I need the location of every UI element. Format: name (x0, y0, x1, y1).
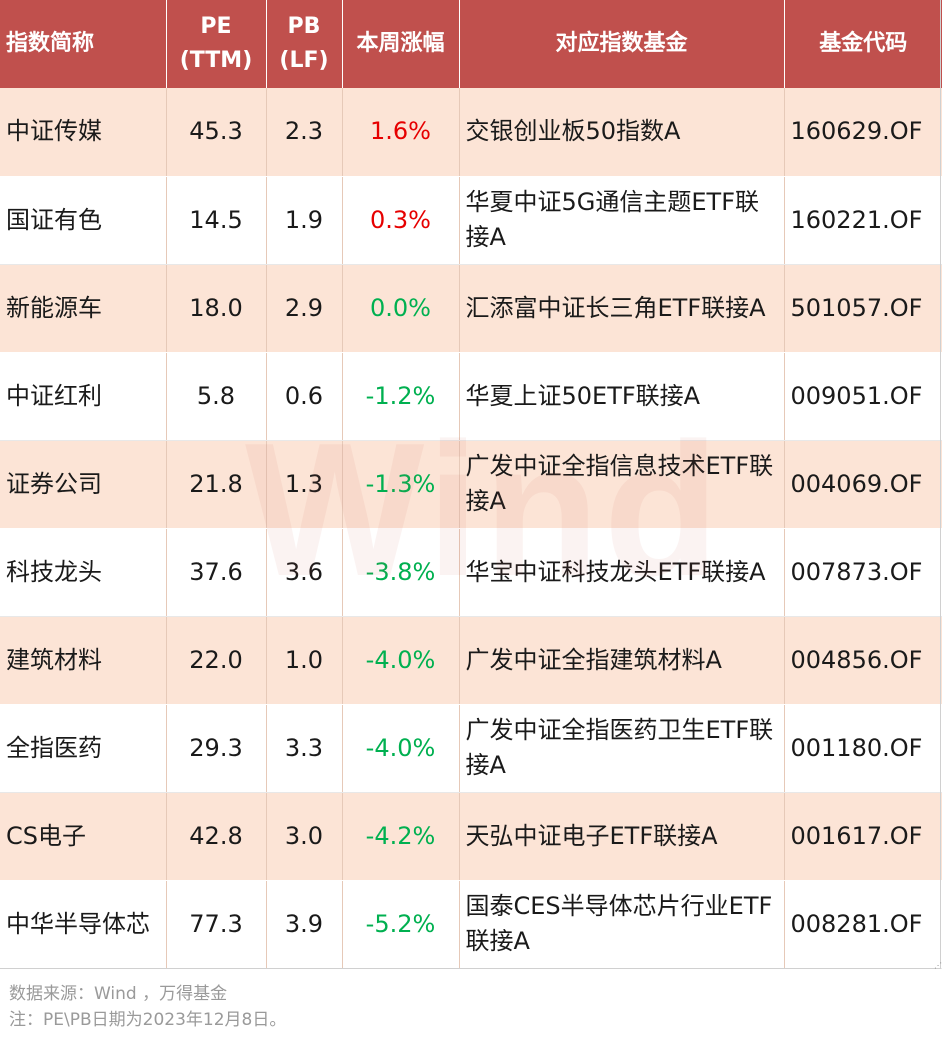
resize-handle-icon: ⋰ (934, 961, 942, 970)
cell-index-name: CS电子 (0, 792, 167, 881)
header-pb-line2: (LF) (279, 48, 329, 73)
table-row: 建筑材料 22.0 1.0 -4.0% 广发中证全指建筑材料A 004856.OF (0, 616, 942, 705)
cell-fund-name: 汇添富中证长三角ETF联接A (459, 264, 785, 353)
cell-pe: 18.0 (166, 264, 267, 353)
cell-weekly-change: 0.3% (342, 176, 460, 265)
cell-fund-code: 160629.OF (784, 88, 942, 177)
cell-fund-name: 国泰CES半导体芯片行业ETF联接A (459, 880, 785, 969)
cell-weekly-change: -1.3% (342, 440, 460, 529)
cell-weekly-change: -4.0% (342, 616, 460, 705)
date-note: 注：PE\PB日期为2023年12月8日。 (9, 1010, 287, 1030)
cell-pb: 3.0 (266, 792, 343, 881)
cell-fund-code: 004069.OF (784, 440, 942, 529)
table-row: 中证红利 5.8 0.6 -1.2% 华夏上证50ETF联接A 009051.OF (0, 352, 942, 441)
cell-weekly-change: 1.6% (342, 88, 460, 177)
cell-fund-name: 华夏中证5G通信主题ETF联接A (459, 176, 785, 265)
cell-weekly-change: -5.2% (342, 880, 460, 969)
table-row: 中华半导体芯 77.3 3.9 -5.2% 国泰CES半导体芯片行业ETF联接A 0082… (0, 880, 942, 969)
table-row: 科技龙头 37.6 3.6 -3.8% 华宝中证科技龙头ETF联接A 007873.OF (0, 528, 942, 617)
cell-weekly-change: -3.8% (342, 528, 460, 617)
index-valuation-table: 指数简称 PE (TTM) PB (LF) 本周涨幅 对应指数基金 基金代码 中… (0, 0, 942, 969)
cell-index-name: 建筑材料 (0, 616, 167, 705)
cell-pb: 3.3 (266, 704, 343, 793)
cell-weekly-change: 0.0% (342, 264, 460, 353)
source-note: 数据来源：Wind ，万得基金 (9, 984, 228, 1004)
cell-fund-name: 天弘中证电子ETF联接A (459, 792, 785, 881)
cell-pb: 1.3 (266, 440, 343, 529)
header-weekly: 本周涨幅 (342, 0, 460, 88)
cell-pe: 21.8 (166, 440, 267, 529)
cell-index-name: 国证有色 (0, 176, 167, 265)
table-row: 证券公司 21.8 1.3 -1.3% 广发中证全指信息技术ETF联接A 004069.O… (0, 440, 942, 529)
cell-index-name: 中证红利 (0, 352, 167, 441)
cell-pb: 3.9 (266, 880, 343, 969)
cell-pe: 22.0 (166, 616, 267, 705)
cell-fund-code: 001617.OF (784, 792, 942, 881)
cell-fund-name: 交银创业板50指数A (459, 88, 785, 177)
cell-weekly-change: -4.0% (342, 704, 460, 793)
table-row: 中证传媒 45.3 2.3 1.6% 交银创业板50指数A 160629.OF (0, 88, 942, 177)
cell-pe: 45.3 (166, 88, 267, 177)
cell-fund-name: 广发中证全指建筑材料A (459, 616, 785, 705)
cell-pe: 42.8 (166, 792, 267, 881)
cell-fund-name: 华宝中证科技龙头ETF联接A (459, 528, 785, 617)
page: 指数简称 PE (TTM) PB (LF) 本周涨幅 对应指数基金 基金代码 中… (0, 0, 942, 1041)
cell-fund-name: 广发中证全指信息技术ETF联接A (459, 440, 785, 529)
cell-index-name: 科技龙头 (0, 528, 167, 617)
cell-pb: 1.9 (266, 176, 343, 265)
cell-fund-code: 001180.OF (784, 704, 942, 793)
header-code: 基金代码 (784, 0, 942, 88)
header-pe-line1: PE (200, 14, 232, 39)
header-pe-line2: (TTM) (179, 48, 253, 73)
cell-pe: 14.5 (166, 176, 267, 265)
cell-index-name: 全指医药 (0, 704, 167, 793)
header-name: 指数简称 (0, 0, 167, 88)
table-row: 全指医药 29.3 3.3 -4.0% 广发中证全指医药卫生ETF联接A 001180.O… (0, 704, 942, 793)
cell-pe: 77.3 (166, 880, 267, 969)
cell-fund-code: 007873.OF (784, 528, 942, 617)
cell-fund-code: 160221.OF (784, 176, 942, 265)
cell-fund-code: 008281.OF (784, 880, 942, 969)
cell-weekly-change: -4.2% (342, 792, 460, 881)
header-row: 指数简称 PE (TTM) PB (LF) 本周涨幅 对应指数基金 基金代码 (0, 0, 942, 88)
header-pb-line1: PB (287, 14, 321, 39)
cell-fund-code: 009051.OF (784, 352, 942, 441)
cell-index-name: 证券公司 (0, 440, 167, 529)
cell-pe: 5.8 (166, 352, 267, 441)
cell-fund-code: 501057.OF (784, 264, 942, 353)
cell-weekly-change: -1.2% (342, 352, 460, 441)
header-pb: PB (LF) (266, 0, 343, 88)
cell-pe: 37.6 (166, 528, 267, 617)
cell-pb: 0.6 (266, 352, 343, 441)
cell-pb: 1.0 (266, 616, 343, 705)
cell-index-name: 中证传媒 (0, 88, 167, 177)
cell-pb: 3.6 (266, 528, 343, 617)
footnotes: 数据来源：Wind ，万得基金 注：PE\PB日期为2023年12月8日。 (9, 981, 286, 1033)
cell-pb: 2.9 (266, 264, 343, 353)
cell-index-name: 新能源车 (0, 264, 167, 353)
cell-fund-code: 004856.OF (784, 616, 942, 705)
table-body: 中证传媒 45.3 2.3 1.6% 交银创业板50指数A 160629.OF 国证有色 14… (0, 88, 942, 969)
cell-pe: 29.3 (166, 704, 267, 793)
table-row: 国证有色 14.5 1.9 0.3% 华夏中证5G通信主题ETF联接A 160221.OF (0, 176, 942, 265)
header-fund: 对应指数基金 (459, 0, 785, 88)
header-pe: PE (TTM) (166, 0, 267, 88)
table-row: 新能源车 18.0 2.9 0.0% 汇添富中证长三角ETF联接A 501057.OF (0, 264, 942, 353)
cell-pb: 2.3 (266, 88, 343, 177)
cell-fund-name: 广发中证全指医药卫生ETF联接A (459, 704, 785, 793)
cell-index-name: 中华半导体芯 (0, 880, 167, 969)
cell-fund-name: 华夏上证50ETF联接A (459, 352, 785, 441)
table-row: CS电子 42.8 3.0 -4.2% 天弘中证电子ETF联接A 001617.OF (0, 792, 942, 881)
